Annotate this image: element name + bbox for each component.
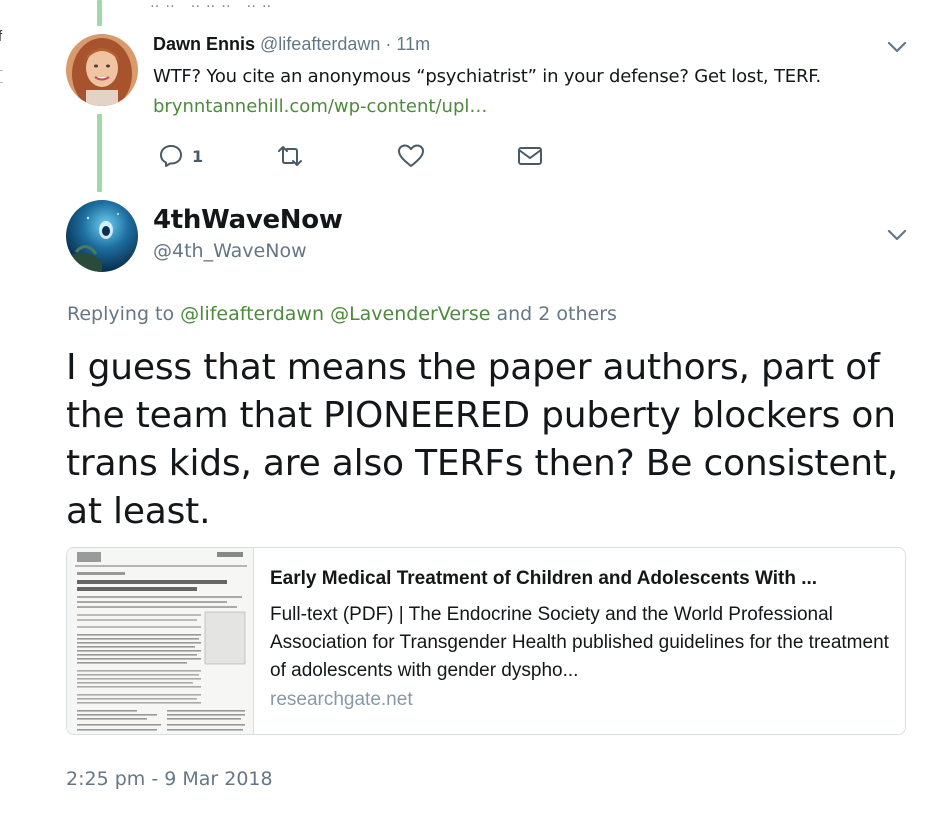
dawn-ennis-avatar[interactable] (66, 34, 138, 106)
reply-display-name[interactable]: Dawn Ennis (153, 34, 255, 54)
reply-time-ago[interactable]: 11m (396, 34, 430, 54)
like-action-button[interactable] (397, 142, 425, 170)
replying-prefix: Replying to (67, 303, 175, 325)
thread-connector-top (97, 0, 102, 26)
main-tweet-text: I guess that means the paper authors, pa… (66, 347, 899, 532)
tweet-timestamp[interactable]: 2:25 pm - 9 Mar 2018 (66, 768, 273, 790)
replying-to-line: Replying to @lifeafterdawn @LavenderVers… (67, 303, 617, 325)
like-icon (398, 144, 424, 167)
replying-others[interactable]: and 2 others (497, 303, 617, 325)
main-handle[interactable]: @4th_WaveNow (153, 240, 307, 262)
main-display-name[interactable]: 4thWaveNow (153, 205, 343, 235)
edge-divider (0, 70, 3, 71)
retweet-icon (278, 146, 302, 166)
replying-mention[interactable]: @lifeafterdawn (180, 303, 324, 325)
replying-mention[interactable]: @LavenderVerse (330, 303, 490, 325)
reply-tweet-link[interactable]: brynntannehill.com/wp-content/upl… (153, 96, 487, 117)
avatar-portrait-icon (66, 34, 138, 106)
reply-tweet-header: Dawn Ennis @lifeafterdawn · 11m (153, 34, 430, 55)
chevron-down-icon[interactable] (886, 228, 908, 242)
reply-count: 1 (192, 146, 204, 166)
chevron-down-icon[interactable] (886, 40, 908, 54)
reply-icon (160, 145, 182, 167)
paper-thumbnail (67, 548, 254, 734)
reply-action-button[interactable]: 1 (158, 142, 203, 170)
card-title[interactable]: Early Medical Treatment of Children and … (270, 568, 890, 590)
link-preview-card[interactable]: Early Medical Treatment of Children and … (66, 547, 906, 735)
card-domain: researchgate.net (270, 689, 413, 710)
reply-tweet-text: WTF? You cite an anonymous “psychiatrist… (153, 66, 822, 87)
header-separator: · (385, 34, 392, 54)
direct-message-icon (518, 147, 542, 165)
4thwavenow-avatar[interactable] (66, 200, 138, 272)
edge-divider (0, 82, 3, 83)
retweet-action-button[interactable] (274, 142, 306, 170)
direct-message-action-button[interactable] (516, 142, 544, 170)
reply-handle[interactable]: @lifeafterdawn (260, 34, 380, 54)
previous-tweet-fragment: ‥‥ ‥‥‥ ‥‥ (150, 0, 278, 10)
edge-glyph: f (0, 28, 3, 45)
left-window-edge: f (0, 0, 8, 819)
document-page-icon (67, 548, 253, 734)
thread-connector-bottom (97, 114, 102, 192)
card-description: Full-text (PDF) | The Endocrine Society … (270, 604, 889, 681)
avatar-underwater-icon (66, 200, 138, 272)
